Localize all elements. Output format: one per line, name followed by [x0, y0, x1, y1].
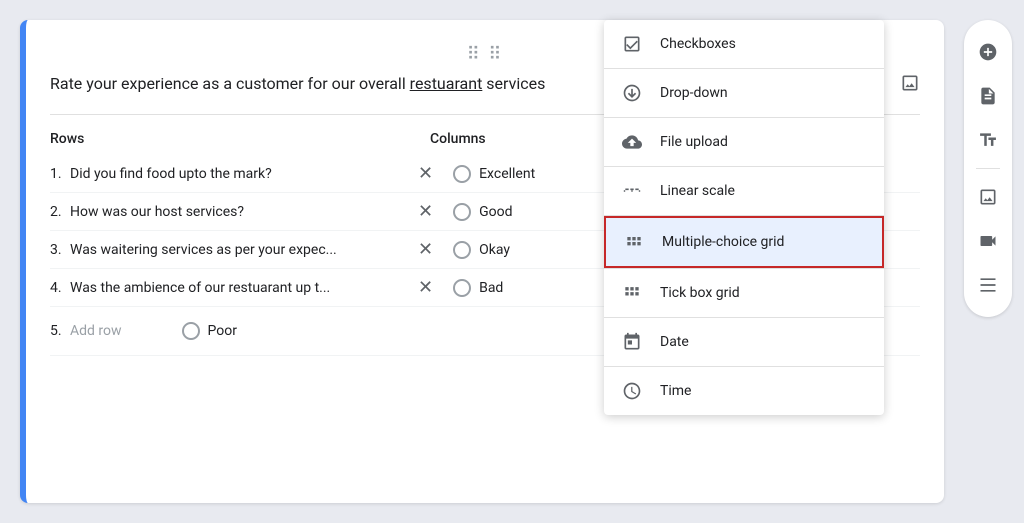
menu-label-dropdown: Drop-down — [660, 85, 868, 101]
file-upload-icon — [620, 130, 644, 154]
add-row-button[interactable]: Add row — [70, 315, 122, 347]
column-label: Excellent — [479, 166, 535, 182]
time-icon — [620, 379, 644, 403]
row-number: 5. — [50, 323, 70, 339]
row-text: Did you find food upto the mark? — [70, 166, 410, 182]
row-text: Was the ambience of our restuarant up t.… — [70, 280, 410, 296]
row-number: 4. — [50, 280, 70, 296]
main-area: ⠿ ⠿ Rate your experience as a customer f… — [0, 0, 964, 523]
dropdown-menu: Checkboxes Drop-down — [604, 20, 884, 415]
column-label: Good — [479, 204, 512, 220]
column-option: Poor — [182, 322, 282, 340]
menu-label-linear-scale: Linear scale — [660, 183, 868, 199]
add-image-toolbar-button[interactable] — [968, 177, 1008, 217]
radio-circle — [453, 203, 471, 221]
menu-item-time[interactable]: Time — [604, 367, 884, 415]
right-toolbar — [964, 20, 1012, 317]
add-image-button[interactable] — [900, 73, 920, 98]
radio-circle — [453, 241, 471, 259]
menu-item-multiple-choice-grid[interactable]: Multiple-choice grid — [604, 216, 884, 268]
delete-row-button[interactable]: ✕ — [418, 201, 433, 222]
add-title-button[interactable] — [968, 120, 1008, 160]
tick-box-grid-icon — [620, 281, 644, 305]
menu-item-tick-box-grid[interactable]: Tick box grid — [604, 269, 884, 317]
row-number: 3. — [50, 242, 70, 258]
checkbox-icon — [620, 32, 644, 56]
menu-item-dropdown[interactable]: Drop-down — [604, 69, 884, 117]
row-number: 1. — [50, 166, 70, 182]
row-number: 2. — [50, 204, 70, 220]
columns-header: Columns — [430, 131, 486, 147]
radio-circle — [182, 322, 200, 340]
column-option: Excellent — [453, 165, 553, 183]
dropdown-icon — [620, 81, 644, 105]
menu-item-checkboxes[interactable]: Checkboxes — [604, 20, 884, 68]
menu-item-date[interactable]: Date — [604, 318, 884, 366]
column-label: Poor — [208, 323, 237, 339]
row-text: Was waitering services as per your expec… — [70, 242, 410, 258]
column-option: Good — [453, 203, 553, 221]
rows-header: Rows — [50, 131, 430, 147]
delete-row-button[interactable]: ✕ — [418, 163, 433, 184]
add-question-button[interactable] — [968, 32, 1008, 72]
add-video-button[interactable] — [968, 221, 1008, 261]
linear-scale-icon — [620, 179, 644, 203]
row-text: How was our host services? — [70, 204, 410, 220]
delete-row-button[interactable]: ✕ — [418, 239, 433, 260]
menu-item-file-upload[interactable]: File upload — [604, 118, 884, 166]
menu-label-tick-box-grid: Tick box grid — [660, 285, 868, 301]
column-option: Bad — [453, 279, 553, 297]
menu-item-linear-scale[interactable]: Linear scale — [604, 167, 884, 215]
delete-row-button[interactable]: ✕ — [418, 277, 433, 298]
form-card: ⠿ ⠿ Rate your experience as a customer f… — [20, 20, 944, 503]
radio-circle — [453, 165, 471, 183]
date-icon — [620, 330, 644, 354]
menu-label-multiple-choice-grid: Multiple-choice grid — [662, 234, 866, 250]
column-label: Bad — [479, 280, 503, 296]
menu-label-file-upload: File upload — [660, 134, 868, 150]
menu-label-time: Time — [660, 383, 868, 399]
add-section-button[interactable] — [968, 265, 1008, 305]
import-questions-button[interactable] — [968, 76, 1008, 116]
misspelled-word: restuarant — [410, 74, 483, 93]
column-label: Okay — [479, 242, 510, 258]
menu-label-checkboxes: Checkboxes — [660, 36, 868, 52]
menu-label-date: Date — [660, 334, 868, 350]
radio-circle — [453, 279, 471, 297]
column-option: Okay — [453, 241, 553, 259]
toolbar-divider — [976, 168, 1000, 169]
multiple-choice-grid-icon — [622, 230, 646, 254]
